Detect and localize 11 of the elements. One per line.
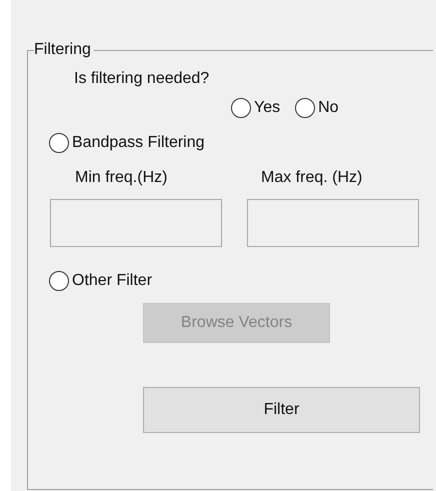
field-label: Min freq.(Hz) xyxy=(75,169,168,187)
input-field[interactable] xyxy=(50,199,222,247)
filter-button[interactable]: Filter xyxy=(143,387,420,433)
radio-option[interactable]: No xyxy=(295,98,339,118)
field-label: Max freq. (Hz) xyxy=(261,169,364,187)
radio-option[interactable]: Bandpass Filtering xyxy=(49,133,433,153)
input-field[interactable] xyxy=(247,199,419,247)
question-label: Is filtering needed? xyxy=(74,70,210,88)
radio-option[interactable]: Other Filter xyxy=(49,271,433,291)
group-title: Filtering xyxy=(34,42,92,58)
radio-option[interactable]: Yes xyxy=(231,98,280,118)
